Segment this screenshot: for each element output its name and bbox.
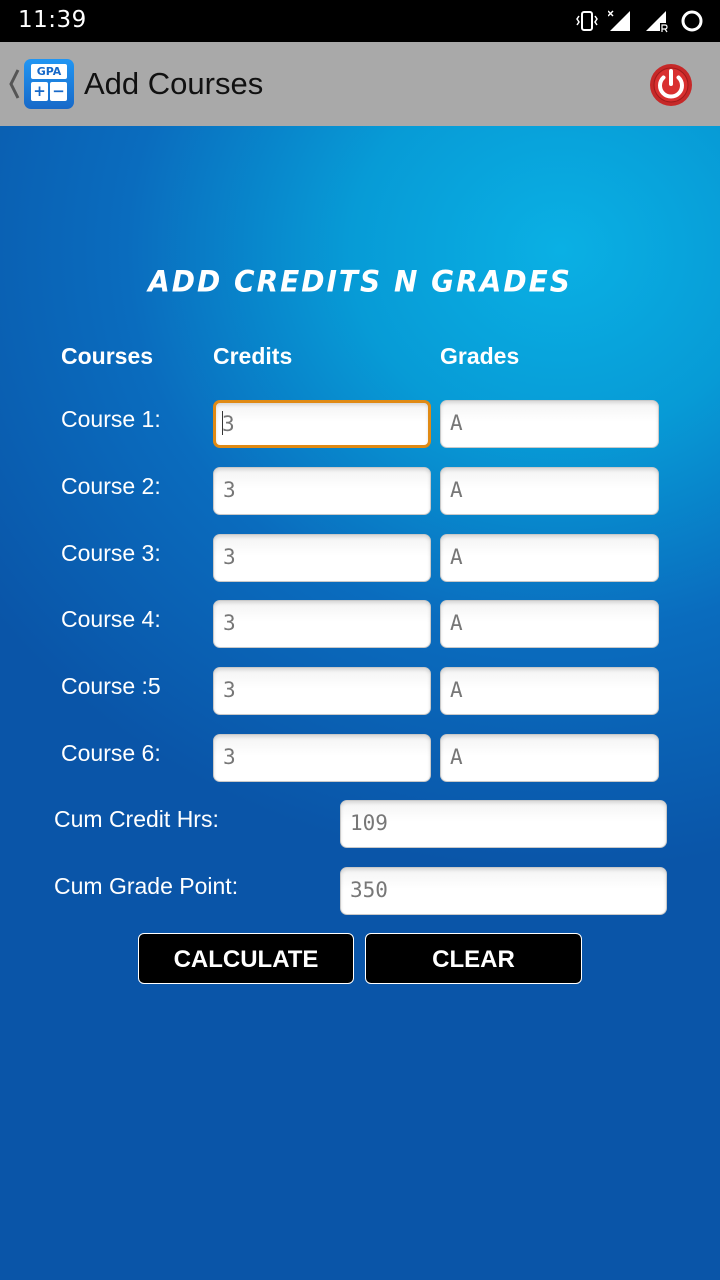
clear-button[interactable]: CLEAR: [365, 933, 582, 984]
page-title: Add Courses: [84, 66, 264, 101]
course-6-grade-input[interactable]: A: [440, 734, 659, 782]
back-chevron-icon[interactable]: [6, 64, 22, 104]
form-heading: ADD CREDITS N GRADES: [148, 264, 572, 299]
course-3-label: Course 3:: [61, 540, 161, 566]
course-5-label: Course :5: [61, 673, 161, 699]
app-logo-icon: GPA + −: [24, 59, 74, 109]
course-4-grade-input[interactable]: A: [440, 600, 659, 648]
battery-ring-icon: [681, 10, 703, 32]
app-bar: GPA + − Add Courses: [0, 42, 720, 126]
column-header-courses: Courses: [61, 343, 154, 369]
vibrate-icon: [576, 11, 598, 31]
minus-key: −: [50, 82, 67, 101]
plus-key: +: [31, 82, 48, 101]
power-icon[interactable]: [648, 62, 694, 108]
course-2-credit-input[interactable]: 3: [213, 467, 431, 515]
course-3-grade-input[interactable]: A: [440, 534, 659, 582]
app-logo-text: GPA: [31, 64, 67, 79]
cum-grade-label: Cum Grade Point:: [54, 873, 239, 899]
calculate-button[interactable]: CALCULATE: [138, 933, 354, 984]
cum-grade-input[interactable]: 350: [340, 867, 667, 915]
course-1-credit-input[interactable]: 3: [213, 400, 431, 448]
course-4-credit-input[interactable]: 3: [213, 600, 431, 648]
course-1-grade-input[interactable]: A: [440, 400, 659, 448]
course-1-label: Course 1:: [61, 406, 161, 432]
course-6-label: Course 6:: [61, 740, 161, 766]
status-time: 11:39: [18, 7, 87, 33]
course-1-credit-value: 3: [222, 412, 235, 436]
cum-credit-label: Cum Credit Hrs:: [54, 806, 219, 832]
signal-roaming-icon: [646, 11, 668, 33]
course-5-credit-input[interactable]: 3: [213, 667, 431, 715]
cum-credit-input[interactable]: 109: [340, 800, 667, 848]
column-header-credits: Credits: [213, 343, 293, 369]
course-2-label: Course 2:: [61, 473, 161, 499]
course-6-credit-input[interactable]: 3: [213, 734, 431, 782]
column-header-grades: Grades: [440, 343, 520, 369]
course-3-credit-input[interactable]: 3: [213, 534, 431, 582]
status-bar: 11:39: [0, 0, 720, 42]
status-icons: [576, 9, 704, 33]
course-5-grade-input[interactable]: A: [440, 667, 659, 715]
course-4-label: Course 4:: [61, 606, 161, 632]
signal-icon: [608, 10, 630, 31]
course-2-grade-input[interactable]: A: [440, 467, 659, 515]
